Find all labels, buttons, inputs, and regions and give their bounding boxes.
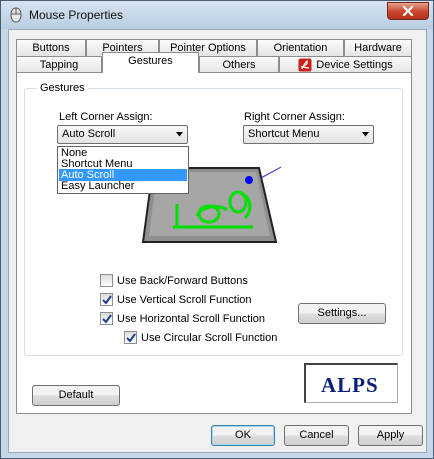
tab-gestures[interactable]: Gestures: [102, 52, 199, 73]
mouse-properties-window: Mouse Properties Buttons Pointers Pointe…: [0, 0, 434, 459]
left-corner-select[interactable]: Auto Scroll: [57, 125, 188, 144]
left-corner-value: Auto Scroll: [62, 128, 116, 140]
left-corner-dropdown-list[interactable]: None Shortcut Menu Auto Scroll Easy Laun…: [57, 146, 189, 194]
close-button[interactable]: [387, 2, 429, 20]
checkbox-label: Use Horizontal Scroll Function: [117, 312, 265, 325]
gestures-group-title: Gestures: [37, 82, 88, 94]
tab-label: Buttons: [32, 42, 70, 54]
ok-button[interactable]: OK: [211, 425, 275, 446]
vertical-scroll-checkbox[interactable]: Use Vertical Scroll Function: [100, 293, 252, 306]
tab-label: Hardware: [354, 42, 402, 54]
checkbox-label: Use Circular Scroll Function: [141, 331, 278, 344]
settings-button[interactable]: Settings...: [298, 303, 386, 324]
checkbox-box[interactable]: [100, 312, 113, 325]
dropdown-option[interactable]: Easy Launcher: [59, 180, 187, 192]
tab-label: Device Settings: [316, 59, 393, 71]
checkbox-box[interactable]: [124, 331, 137, 344]
mouse-icon: [10, 7, 22, 23]
horizontal-scroll-checkbox[interactable]: Use Horizontal Scroll Function: [100, 312, 265, 325]
cancel-button[interactable]: Cancel: [284, 425, 349, 446]
tab-hardware[interactable]: Hardware: [344, 39, 412, 57]
alps-logo: ALPS: [304, 363, 398, 403]
checkbox-label: Use Vertical Scroll Function: [117, 293, 252, 306]
right-corner-select[interactable]: Shortcut Menu: [243, 125, 374, 144]
back-forward-checkbox[interactable]: Use Back/Forward Buttons: [100, 274, 248, 287]
checkbox-box[interactable]: [100, 293, 113, 306]
circular-scroll-checkbox[interactable]: Use Circular Scroll Function: [124, 331, 277, 344]
close-icon: [402, 6, 414, 16]
alps-logo-text: ALPS: [321, 373, 379, 397]
checkbox-box[interactable]: [100, 274, 113, 287]
tab-label: Others: [222, 59, 256, 71]
tab-label: Orientation: [273, 42, 328, 54]
tab-buttons[interactable]: Buttons: [16, 39, 86, 57]
window-title: Mouse Properties: [29, 8, 124, 22]
chevron-down-icon: [362, 132, 369, 137]
checkbox-label: Use Back/Forward Buttons: [117, 274, 248, 287]
chevron-down-icon: [176, 132, 183, 137]
corner-dot: [245, 176, 253, 184]
corner-pointer-line: [260, 166, 281, 179]
right-corner-label: Right Corner Assign:: [244, 111, 345, 123]
left-corner-label: Left Corner Assign:: [59, 111, 153, 123]
tab-label: Tapping: [39, 59, 79, 71]
checkmark-icon: [102, 295, 112, 305]
default-button[interactable]: Default: [32, 385, 120, 406]
title-bar[interactable]: Mouse Properties: [1, 1, 433, 29]
apply-button[interactable]: Apply: [358, 425, 423, 446]
checkmark-icon: [126, 333, 136, 343]
tab-orientation[interactable]: Orientation: [257, 39, 344, 57]
pdf-icon: [298, 58, 312, 72]
tab-label: Gestures: [128, 55, 173, 67]
checkmark-icon: [102, 314, 112, 324]
right-corner-value: Shortcut Menu: [248, 128, 320, 140]
